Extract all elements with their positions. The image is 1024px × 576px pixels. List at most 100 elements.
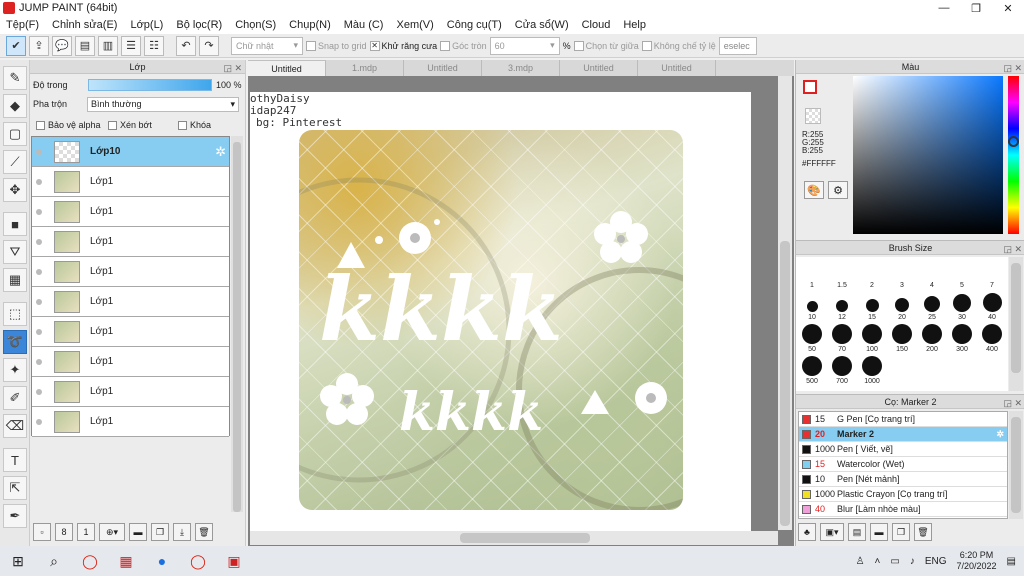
deselect-button[interactable]: eselec — [718, 36, 757, 55]
tab-untitled[interactable]: Untitled — [248, 60, 326, 76]
gear-icon[interactable]: ✲ — [215, 144, 226, 160]
brush-size-option[interactable]: 5 — [947, 259, 977, 289]
brush-size-option[interactable]: 15 — [857, 291, 887, 321]
layer-row[interactable]: Lớp1 — [32, 377, 229, 407]
restore-icon[interactable]: ❐ — [960, 0, 992, 16]
eyedropper-tool-icon[interactable]: ✒ — [3, 504, 27, 528]
palette-icon[interactable]: 🎨 — [804, 181, 824, 199]
rounded-corner-checkbox[interactable]: Góc tròn — [440, 40, 487, 51]
canvas-paper[interactable]: othyDaisy idap247 bg: Pinterest kkkk kkk… — [250, 92, 751, 536]
layer-scrollbar[interactable] — [231, 136, 243, 512]
layer-row[interactable]: Lớp1 — [32, 257, 229, 287]
opacity-slider[interactable] — [88, 79, 212, 91]
brush-size-option[interactable]: 1 — [797, 259, 827, 289]
brush-size-option[interactable]: 1000 — [857, 355, 887, 385]
visibility-icon[interactable] — [32, 268, 46, 275]
visibility-icon[interactable] — [32, 298, 46, 305]
brush-size-option[interactable]: 100 — [857, 323, 887, 353]
brush-size-option[interactable]: 700 — [827, 355, 857, 385]
menu-window[interactable]: Cửa sổ(W) — [515, 19, 569, 31]
canvas-horizontal-scrollbar[interactable] — [250, 531, 778, 545]
opera-icon[interactable]: ◯ — [72, 546, 108, 576]
saturation-value-picker[interactable] — [853, 76, 1003, 234]
primary-color-swatch[interactable] — [803, 80, 817, 94]
search-icon[interactable]: ⌕ — [36, 546, 72, 576]
menu-help[interactable]: Help — [623, 19, 646, 31]
shape-select[interactable]: Chữ nhật ▾ — [231, 36, 303, 55]
blend-mode-select[interactable]: Bình thường ▾ — [87, 97, 239, 112]
brush-size-option[interactable]: 400 — [977, 323, 1007, 353]
checklist-icon[interactable]: ☷ — [144, 35, 164, 56]
gear-icon[interactable]: ✲ — [996, 429, 1004, 440]
chevron-up-icon[interactable]: ˄ — [875, 556, 881, 567]
brush-size-option[interactable]: 50 — [797, 323, 827, 353]
menu-tools[interactable]: Công cụ(T) — [447, 19, 502, 31]
layer-row[interactable]: Lớp10 ✲ — [32, 137, 229, 167]
layer-row[interactable]: Lớp1 — [32, 197, 229, 227]
export-icon[interactable]: ⇪ — [29, 35, 49, 56]
layer-row[interactable]: Lớp1 — [32, 347, 229, 377]
canvas-area[interactable]: othyDaisy idap247 bg: Pinterest kkkk kkk… — [248, 76, 794, 546]
select-eraser-icon[interactable]: ⌫ — [3, 414, 27, 438]
palette-settings-icon[interactable]: ⚙ — [828, 181, 848, 199]
visibility-icon[interactable] — [32, 178, 46, 185]
visibility-icon[interactable] — [32, 328, 46, 335]
panel-window-icons[interactable]: ◲ ✕ — [1003, 61, 1022, 75]
hue-slider[interactable] — [1008, 76, 1019, 234]
visibility-icon[interactable] — [32, 388, 46, 395]
jump-paint-icon[interactable]: ▣ — [216, 546, 252, 576]
visibility-icon[interactable] — [32, 358, 46, 365]
brush-size-option[interactable]: 40 — [977, 291, 1007, 321]
from-center-checkbox[interactable]: Chọn từ giữa — [573, 40, 639, 51]
magic-wand-icon[interactable]: ✦ — [3, 358, 27, 382]
brush-size-option[interactable]: 25 — [917, 291, 947, 321]
undo-icon[interactable]: ↶ — [176, 35, 196, 56]
people-icon[interactable]: ♙ — [856, 556, 865, 567]
brush-size-option[interactable]: 200 — [917, 323, 947, 353]
menu-view[interactable]: Xem(V) — [396, 19, 433, 31]
lasso-tool-icon[interactable]: ➰ — [3, 330, 27, 354]
menu-color[interactable]: Màu (C) — [344, 19, 384, 31]
brush-size-scrollbar[interactable] — [1009, 257, 1023, 391]
rectangle-select-icon[interactable]: ▢ — [3, 122, 27, 146]
clock[interactable]: 6:20 PM 7/20/2022 — [957, 550, 997, 572]
brush-size-option[interactable]: 1.5 — [827, 259, 857, 289]
brush-item[interactable]: 1000 Pen [ Viết, vẽ] — [799, 442, 1007, 457]
comment-icon[interactable]: 💬 — [52, 35, 72, 56]
check-icon[interactable]: ✔ — [6, 35, 26, 56]
folder-icon[interactable]: ▬ — [129, 523, 147, 541]
layer-row[interactable]: Lớp1 — [32, 227, 229, 257]
merge-down-icon[interactable]: ⤓ — [173, 523, 191, 541]
menu-capture[interactable]: Chụp(N) — [289, 19, 331, 31]
windows-start-icon[interactable]: ⊞ — [0, 546, 36, 576]
panel-window-icons[interactable]: ◲ ✕ — [1003, 242, 1022, 256]
brush-settings-icon[interactable]: ♣ — [798, 523, 816, 541]
clipping-checkbox[interactable]: Xén bớt — [108, 120, 152, 130]
tab-3-mdp[interactable]: 3.mdp — [482, 60, 560, 76]
visibility-icon[interactable] — [32, 418, 46, 425]
bucket-tool-icon[interactable]: ⛛ — [3, 240, 27, 264]
hue-handle[interactable] — [1008, 136, 1019, 147]
add-layer-dropdown-icon[interactable]: ⊕▾ — [99, 523, 125, 541]
list-icon[interactable]: ☰ — [121, 35, 141, 56]
brush-size-option[interactable]: 30 — [947, 291, 977, 321]
opera-gx-icon[interactable]: ◯ — [180, 546, 216, 576]
duplicate-layer-icon[interactable]: ❐ — [151, 523, 169, 541]
tab-untitled[interactable]: Untitled — [560, 60, 638, 76]
fill-rect-icon[interactable]: ■ — [3, 212, 27, 236]
layer-row[interactable]: Lớp1 — [32, 407, 229, 437]
pen-tool-icon[interactable]: ✎ — [3, 66, 27, 90]
new-1bit-layer-icon[interactable]: 1 — [77, 523, 95, 541]
protect-alpha-checkbox[interactable]: Bảo vệ alpha — [36, 120, 101, 130]
page-icon[interactable]: ▥ — [98, 35, 118, 56]
new-layer-icon[interactable]: ▫ — [33, 523, 51, 541]
corner-value-input[interactable]: 60 ▾ — [489, 36, 560, 55]
brush-size-option[interactable]: 10 — [797, 291, 827, 321]
notification-icon[interactable]: ▤ — [1007, 556, 1016, 567]
move-tool-icon[interactable]: ✥ — [3, 178, 27, 202]
select-rect-icon[interactable]: ⬚ — [3, 302, 27, 326]
brush-copy-icon[interactable]: ▤ — [848, 523, 866, 541]
visibility-icon[interactable] — [32, 148, 46, 155]
brush-size-option[interactable]: 4 — [917, 259, 947, 289]
brush-size-option[interactable]: 7 — [977, 259, 1007, 289]
